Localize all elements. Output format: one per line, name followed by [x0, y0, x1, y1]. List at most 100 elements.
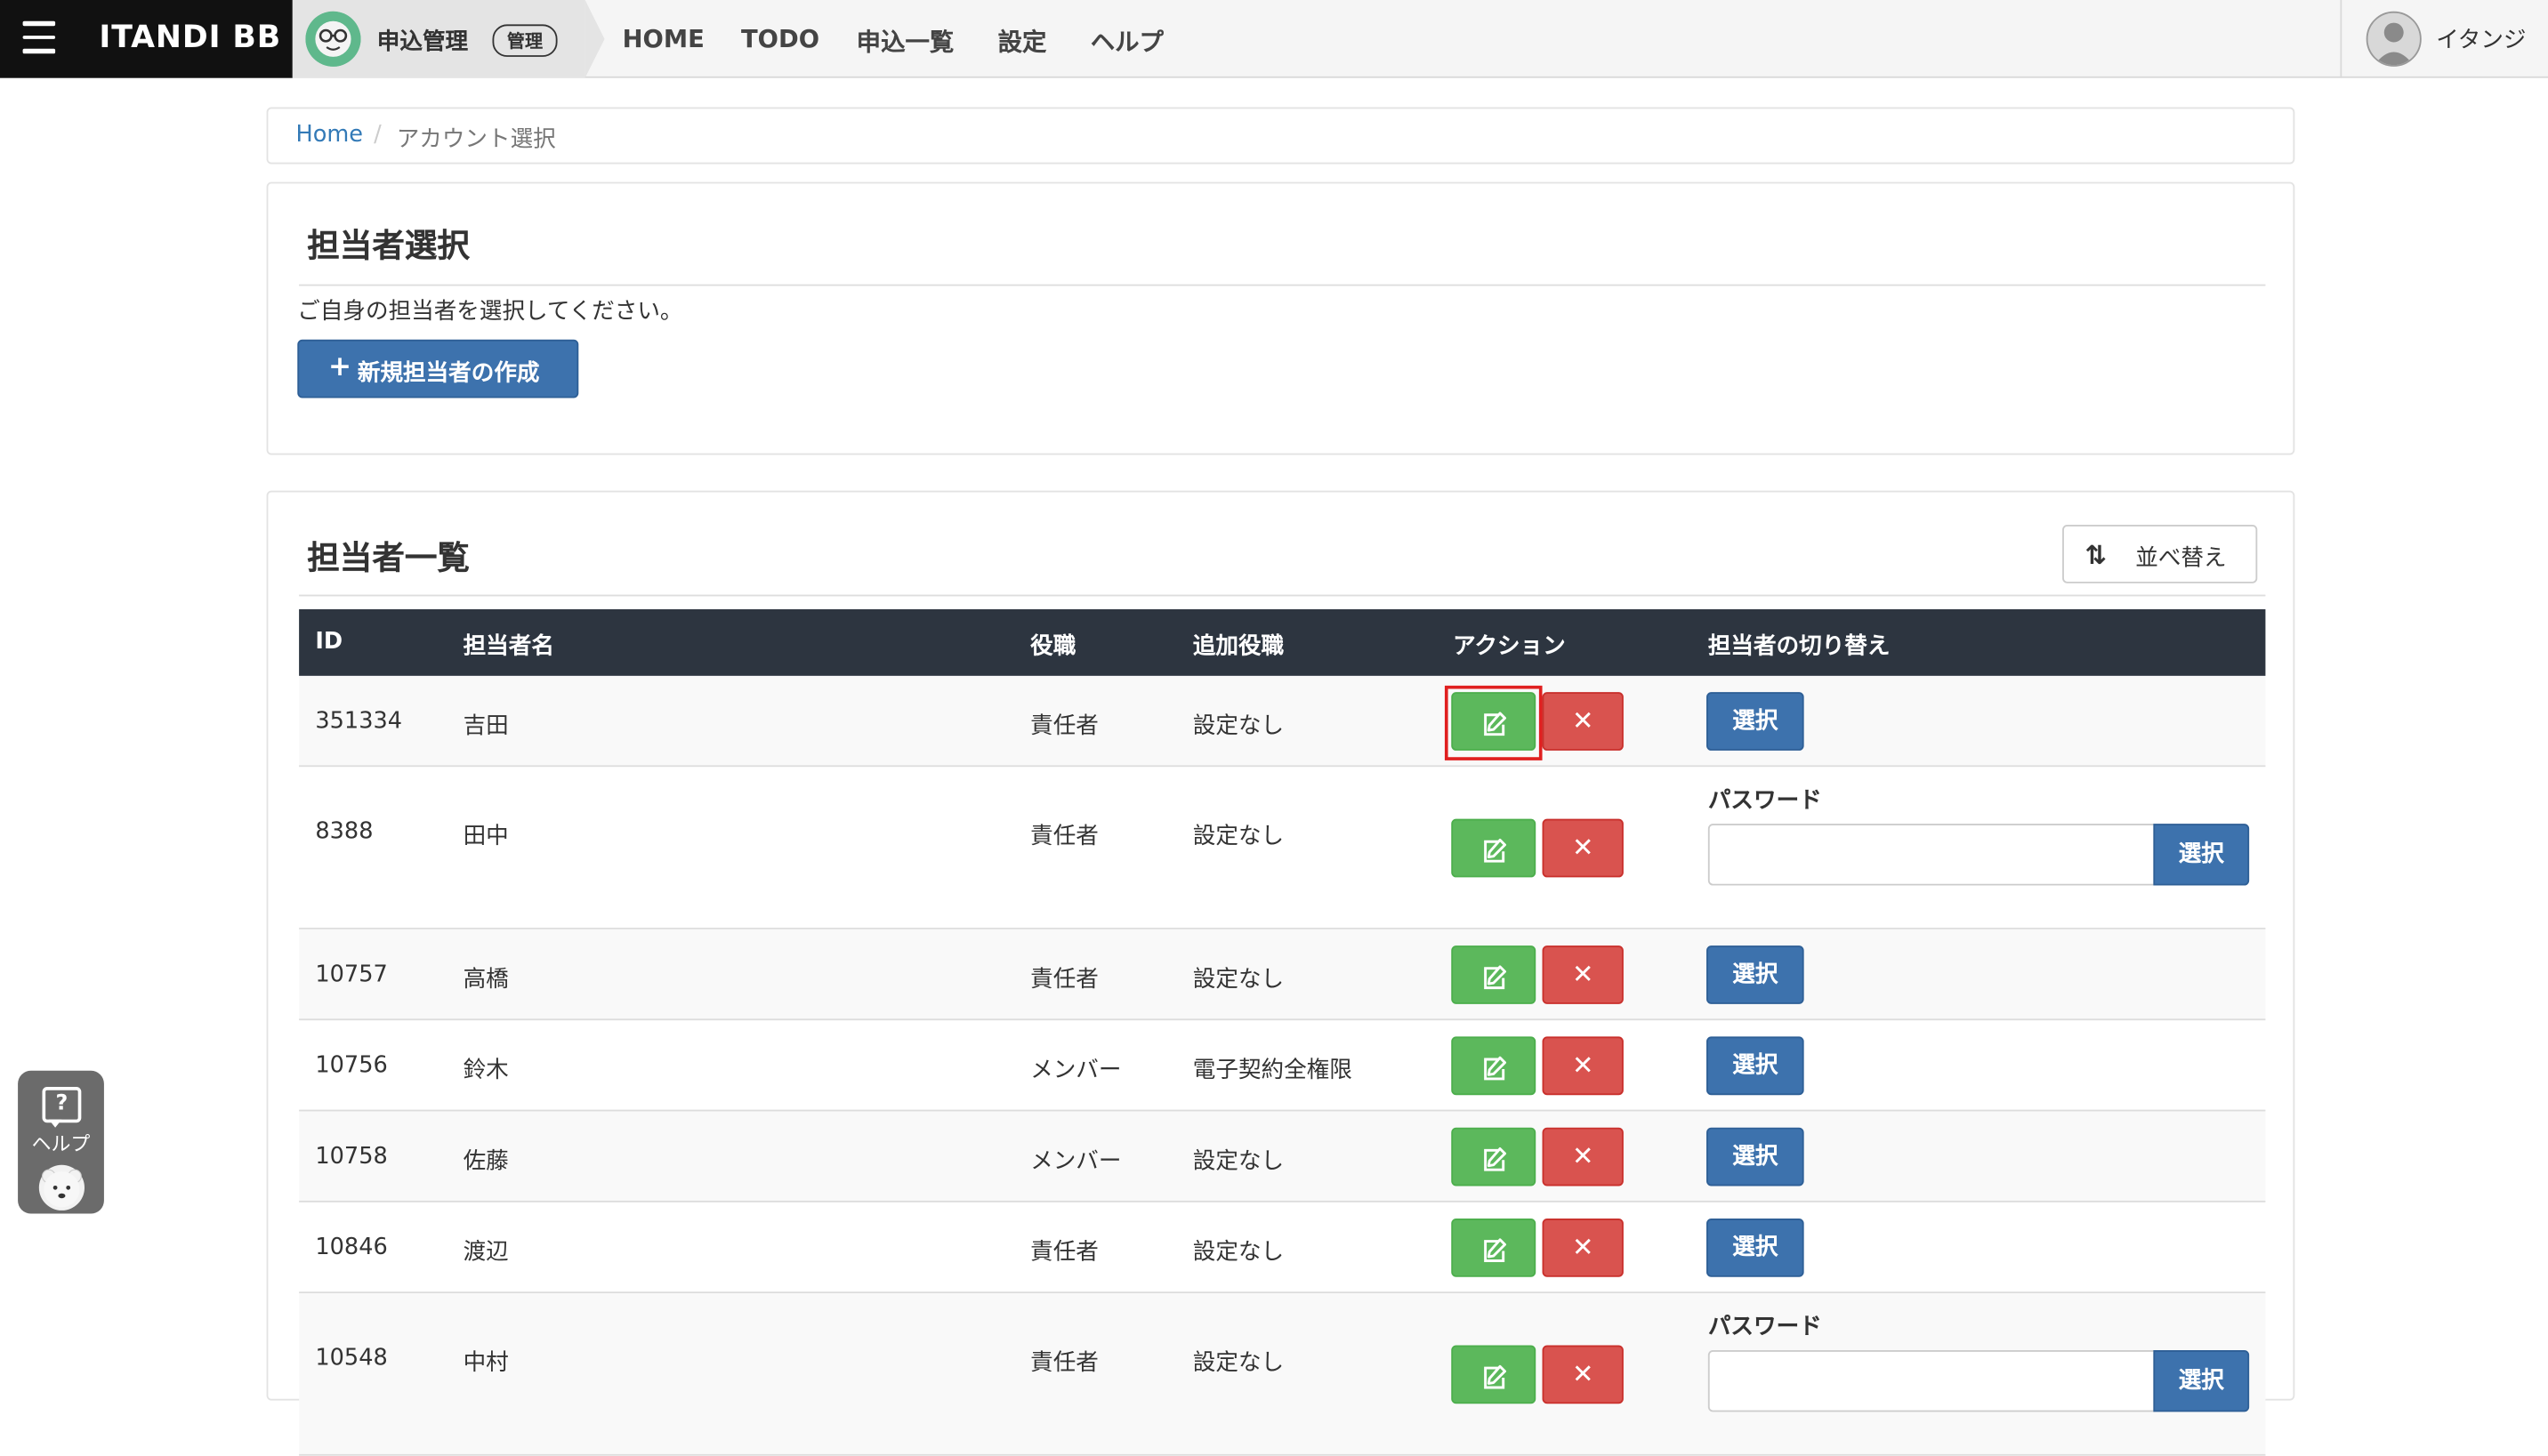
table-row: 10758 佐藤 メンバー 設定なし ✕ 選択: [299, 1111, 2266, 1203]
column-header-name: 担当者名: [463, 633, 554, 660]
cell-id: 10757: [315, 961, 388, 988]
cell-id: 10548: [315, 1345, 388, 1372]
nav-todo[interactable]: TODO: [741, 24, 819, 53]
nav-help[interactable]: ヘルプ: [1091, 24, 1164, 58]
edit-button[interactable]: [1451, 1345, 1536, 1404]
table-row: 10756 鈴木 メンバー 電子契約全権限 ✕ 選択: [299, 1020, 2266, 1112]
delete-button[interactable]: ✕: [1542, 818, 1624, 878]
brand-area: ITANDI BB: [0, 0, 293, 78]
table-row: 10548 中村 責任者 設定なし ✕ パスワード選択: [299, 1293, 2266, 1456]
avatar: [2366, 11, 2422, 67]
delete-icon: ✕: [1571, 1050, 1594, 1081]
select-staff-button[interactable]: 選択: [1706, 1127, 1804, 1187]
cell-extra-role: 設定なし: [1192, 1349, 1285, 1377]
cell-extra-role: 設定なし: [1192, 966, 1285, 993]
column-header-extra-role: 追加役職: [1192, 633, 1285, 660]
nav-home[interactable]: HOME: [623, 24, 705, 53]
select-staff-panel: 担当者選択 ご自身の担当者を選択してください。 + 新規担当者の作成: [266, 181, 2295, 455]
cell-extra-role: 設定なし: [1192, 1239, 1285, 1266]
delete-icon: ✕: [1571, 1358, 1594, 1389]
breadcrumb-separator: /: [374, 122, 382, 149]
cell-id: 351334: [315, 708, 403, 735]
cell-role: 責任者: [1030, 712, 1099, 740]
column-header-role: 役職: [1030, 633, 1076, 660]
help-widget[interactable]: ? ヘルプ: [18, 1070, 104, 1214]
top-navbar: ITANDI BB 申込管理 管理 HOME TODO 申込一覧 設定 ヘルプ: [0, 0, 2548, 78]
nav-settings[interactable]: 設定: [998, 24, 1047, 58]
select-staff-description: ご自身の担当者を選択してください。: [297, 299, 683, 326]
delete-icon: ✕: [1571, 958, 1594, 990]
create-staff-button[interactable]: + 新規担当者の作成: [297, 339, 579, 398]
table-row: 10846 渡辺 責任者 設定なし ✕ 選択: [299, 1203, 2266, 1294]
edit-button[interactable]: [1451, 945, 1536, 1004]
sort-icon: ⇅: [2084, 539, 2108, 571]
password-select-button[interactable]: 選択: [2153, 1349, 2250, 1412]
staff-list-panel: 担当者一覧 ⇅ 並べ替え ID 担当者名 役職 追加役職 アクション 担当者の切…: [266, 490, 2295, 1456]
help-bubble-tail: [48, 1119, 62, 1128]
delete-button[interactable]: ✕: [1542, 692, 1624, 751]
cell-id: 10846: [315, 1235, 388, 1261]
nav-applications[interactable]: 申込一覧: [857, 24, 955, 58]
select-staff-title: 担当者選択: [307, 225, 470, 265]
bear-mascot-icon: [38, 1164, 85, 1211]
breadcrumb-home-link[interactable]: Home: [295, 122, 363, 148]
cell-id: 10758: [315, 1143, 388, 1170]
delete-button[interactable]: ✕: [1542, 945, 1624, 1004]
sort-button[interactable]: ⇅ 並べ替え: [2062, 525, 2258, 583]
table-header: ID 担当者名 役職 追加役職 アクション 担当者の切り替え: [299, 609, 2266, 676]
cell-role: 責任者: [1030, 1349, 1099, 1377]
password-input[interactable]: [1707, 1349, 2156, 1412]
column-header-switch: 担当者の切り替え: [1707, 633, 1891, 660]
cell-name: 鈴木: [463, 1058, 509, 1084]
delete-button[interactable]: ✕: [1542, 1219, 1624, 1277]
cell-role: 責任者: [1030, 824, 1099, 850]
edit-button[interactable]: [1451, 1219, 1536, 1277]
divider: [299, 594, 2266, 597]
password-label: パスワード: [1707, 1314, 1822, 1341]
app-name[interactable]: 申込管理: [377, 24, 468, 57]
delete-icon: ✕: [1571, 832, 1594, 863]
column-header-id: ID: [315, 628, 343, 656]
select-staff-button[interactable]: 選択: [1706, 1219, 1804, 1277]
staff-list-title: 担当者一覧: [307, 537, 470, 577]
breadcrumb-current: アカウント選択: [396, 126, 556, 153]
edit-button[interactable]: [1451, 818, 1536, 878]
cell-name: 高橋: [463, 966, 509, 993]
password-input[interactable]: [1707, 824, 2156, 886]
edit-button[interactable]: [1451, 1127, 1536, 1187]
cell-extra-role: 電子契約全権限: [1192, 1058, 1352, 1084]
cell-role: 責任者: [1030, 1239, 1099, 1266]
user-name: イタンジ: [2436, 28, 2527, 54]
delete-icon: ✕: [1571, 1140, 1594, 1172]
cell-role: 責任者: [1030, 966, 1099, 993]
cell-name: 佐藤: [463, 1148, 509, 1175]
user-menu[interactable]: イタンジ: [2340, 0, 2548, 78]
delete-icon: ✕: [1571, 704, 1594, 736]
create-staff-label: 新規担当者の作成: [357, 360, 540, 387]
cell-extra-role: 設定なし: [1192, 712, 1285, 740]
select-staff-button[interactable]: 選択: [1706, 692, 1804, 751]
hamburger-menu-icon[interactable]: [22, 20, 56, 57]
cell-role: メンバー: [1030, 1058, 1122, 1084]
cell-id: 8388: [315, 818, 374, 845]
cell-name: 中村: [463, 1349, 509, 1377]
delete-button[interactable]: ✕: [1542, 1036, 1624, 1096]
app-mascot-icon: [305, 11, 361, 67]
table-row: 10757 高橋 責任者 設定なし ✕ 選択: [299, 929, 2266, 1021]
password-select-button[interactable]: 選択: [2153, 824, 2250, 886]
admin-badge: 管理: [492, 24, 558, 57]
cell-name: 渡辺: [463, 1239, 509, 1266]
plus-icon: +: [327, 350, 352, 384]
cell-name: 田中: [463, 824, 509, 850]
table-row: 8388 田中 責任者 設定なし ✕ パスワード 選択: [299, 767, 2266, 929]
page: ITANDI BB 申込管理 管理 HOME TODO 申込一覧 設定 ヘルプ: [0, 0, 2548, 1456]
edit-button[interactable]: [1451, 1036, 1536, 1096]
highlight-box: [1444, 685, 1543, 760]
brand-logo[interactable]: ITANDI BB: [99, 20, 281, 55]
help-question-icon: ?: [42, 1087, 82, 1123]
delete-button[interactable]: ✕: [1542, 1345, 1624, 1404]
select-staff-button[interactable]: 選択: [1706, 1036, 1804, 1096]
select-staff-button[interactable]: 選択: [1706, 945, 1804, 1004]
delete-button[interactable]: ✕: [1542, 1127, 1624, 1187]
password-label: パスワード: [1707, 787, 1822, 815]
